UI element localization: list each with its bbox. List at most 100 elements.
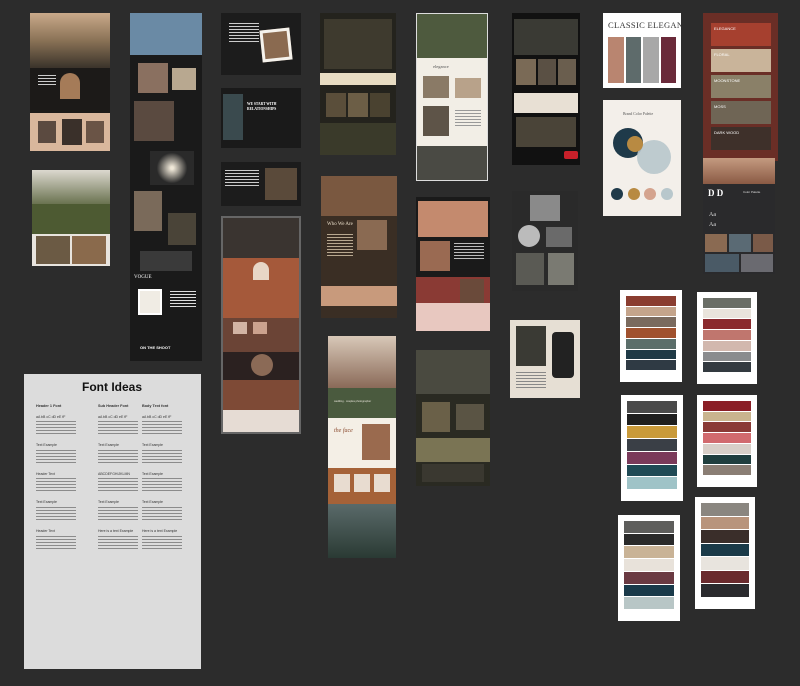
font-sample-lines [142, 506, 182, 521]
earth-palette-swatch: ELEGANCE [711, 23, 771, 46]
moodboard-mockup-relationships[interactable]: WE START WITH RELATIONSHIPS [221, 88, 301, 148]
moodboard-mockup-dark-portrait[interactable] [221, 162, 301, 206]
photo [362, 424, 390, 460]
palette-swatch [626, 328, 676, 338]
font-sample-text: aA bB cC dD eE fF [142, 414, 172, 419]
palette-swatch [627, 439, 677, 451]
text-lines [455, 110, 481, 128]
hero-photo [32, 170, 110, 204]
hero-photo [418, 201, 488, 237]
earth-tone-palette[interactable]: ELEGANCE FLORAL MOONSTONE MOSS DARK WOOD [703, 13, 778, 161]
photo [422, 402, 450, 432]
palette-dot [660, 188, 673, 200]
palette-swatch [701, 584, 749, 597]
dd-letters: D D [708, 188, 724, 198]
font-sample-text: Header Text [36, 471, 55, 476]
photo [516, 253, 544, 285]
moodboard-mockup-green-hill[interactable] [32, 170, 110, 266]
font-sample-text: Text Example [142, 471, 164, 476]
swatch-card[interactable] [620, 290, 682, 382]
photo [729, 234, 751, 252]
font-sample-text: Header Text [36, 528, 55, 533]
cream-band [514, 93, 578, 113]
photo [354, 474, 370, 492]
photo [172, 68, 196, 90]
photo [253, 322, 267, 334]
photo [753, 234, 773, 252]
moodboard-mockup-mountain[interactable] [30, 13, 110, 151]
earth-palette-swatch: DARK WOOD [711, 127, 771, 150]
green-band [328, 388, 396, 418]
palette-swatch [703, 422, 751, 433]
moodboard-mockup-rust-long[interactable] [221, 216, 301, 434]
text-lines [38, 75, 56, 85]
photo [516, 59, 536, 85]
photo [134, 101, 174, 141]
moodboard-mockup-collage[interactable]: VOGUE ON THE SHOOT [130, 13, 202, 361]
photo-round [518, 225, 540, 247]
swatch-card[interactable] [695, 497, 755, 609]
font-sample-lines [98, 478, 138, 493]
palette-swatch [624, 597, 674, 609]
text-lines [225, 170, 259, 186]
photo [134, 191, 162, 231]
moodboard-mockup-forest[interactable]: elegance [416, 13, 488, 181]
palette-dot [611, 188, 623, 200]
font-sample-text: Text Example [36, 500, 58, 505]
palette-swatch [624, 559, 674, 571]
relationships-heading: WE START WITH RELATIONSHIPS [247, 102, 277, 111]
moodboard-mockup-desert[interactable] [416, 197, 490, 331]
palette-swatch [701, 503, 749, 516]
moodboard-mockup-polaroid[interactable] [221, 13, 301, 75]
photo [456, 404, 484, 430]
brand-color-palette[interactable]: Brand Color Palette [603, 100, 681, 216]
subscribe-button[interactable] [564, 151, 578, 159]
hero-photo [30, 13, 110, 68]
vogue-label: VOGUE [134, 275, 152, 280]
text-lines [454, 243, 484, 261]
swatch-card[interactable] [621, 395, 683, 501]
moodboard-mockup-mobile[interactable] [512, 13, 580, 165]
hero-photo [417, 14, 487, 58]
hero-photo [130, 13, 202, 55]
moodboard-mockup-grey-scroll[interactable] [512, 191, 578, 291]
moodboard-mockup-the-face[interactable]: wedding · couples photographer the face [328, 336, 396, 558]
moodboard-mockup-phone-frame[interactable] [510, 320, 580, 398]
font-sample-lines [142, 449, 182, 464]
palette-swatch [703, 351, 751, 362]
photo [374, 474, 390, 492]
font-sample: Aa [709, 212, 716, 218]
palette-swatch [703, 362, 751, 372]
palette-swatch [703, 454, 751, 465]
photo [548, 253, 574, 285]
palette-swatch [608, 37, 624, 83]
palette-circle-gold [627, 136, 643, 152]
font-sample-lines [142, 535, 182, 550]
font-sample-lines [36, 506, 76, 521]
the-face-heading: the face [334, 428, 353, 434]
photo [558, 59, 576, 85]
palette-swatch [624, 546, 674, 559]
moodboard-mockup-dark-olive[interactable] [416, 350, 490, 486]
moodboard-mockup-olive[interactable] [320, 13, 396, 155]
photo [348, 93, 368, 117]
cream-band [320, 73, 396, 85]
font-sample-text: Text Example [142, 443, 164, 448]
swatch-card[interactable] [697, 395, 757, 487]
polaroid-photo [259, 27, 293, 63]
earth-palette-list: ELEGANCE FLORAL MOONSTONE MOSS DARK WOOD [711, 23, 771, 150]
palette-swatch [703, 411, 751, 422]
font-ideas-sheet[interactable]: Font Ideas Header 1 Font aA bB cC dD eE f… [24, 374, 201, 669]
palette-dot [627, 188, 640, 200]
swatch-card[interactable] [697, 292, 757, 384]
photo [420, 241, 450, 271]
classic-elegance-palette[interactable]: CLASSIC ELEGANCE [603, 13, 681, 88]
swatch-card[interactable] [618, 515, 680, 621]
photo-round [251, 354, 273, 376]
font-sample-lines [98, 535, 138, 550]
photo [516, 117, 576, 147]
earth-palette-swatch: MOSS [711, 101, 771, 124]
moodboard-mockup-who-we-are[interactable]: Who We Are [321, 176, 397, 318]
dd-brand-board[interactable]: D D Color Palette Aa Aa [703, 158, 775, 274]
hero-photo [223, 218, 299, 258]
